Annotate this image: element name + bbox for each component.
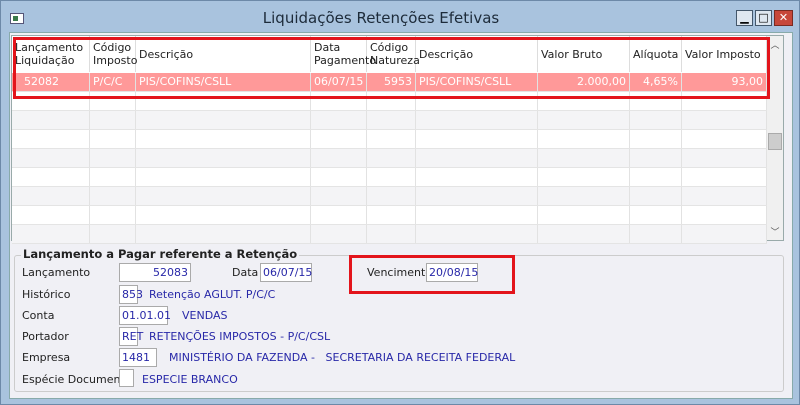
table-row-empty[interactable] [12,168,767,187]
table-cell [311,206,367,224]
table-cell [416,168,538,186]
scroll-down-icon[interactable]: ﹀ [767,225,783,238]
conta-code-field[interactable]: 01.01.01 [119,306,171,325]
table-row-empty[interactable] [12,111,767,130]
table-cell [538,206,630,224]
table-cell [367,187,416,205]
table-cell [12,168,90,186]
table-cell [12,187,90,205]
table-cell [416,206,538,224]
table-cell [630,168,682,186]
especie-description: ESPECIE BRANCO [142,373,238,386]
minimize-button[interactable]: ▁ [736,10,753,26]
table-cell [416,149,538,167]
table-row-empty[interactable] [12,149,767,168]
table-cell [538,168,630,186]
historico-label: Histórico [22,288,71,301]
table-cell [311,111,367,129]
portador-code-field[interactable]: RET [119,327,143,346]
table-cell [367,130,416,148]
portador-label: Portador [22,330,69,343]
lancamento-field[interactable]: 52083 [119,263,191,282]
table-cell [538,225,630,243]
table-cell [682,168,767,186]
table-cell [136,206,311,224]
table-cell [416,111,538,129]
table-cell [90,187,136,205]
table-cell [416,130,538,148]
table-cell [311,187,367,205]
highlight-box-grid [13,37,770,99]
table-row-empty[interactable] [12,130,767,149]
table-cell [416,187,538,205]
empresa-label: Empresa [22,351,71,364]
table-cell [12,130,90,148]
conta-label: Conta [22,309,55,322]
table-row-empty[interactable] [12,206,767,225]
table-cell [90,149,136,167]
table-cell [311,225,367,243]
table-cell [367,206,416,224]
table-cell [630,130,682,148]
table-cell [682,225,767,243]
table-cell [90,130,136,148]
table-cell [630,187,682,205]
table-cell [682,187,767,205]
conta-description: VENDAS [182,309,228,322]
data-label: Data [232,266,259,279]
window-title: Liquidações Retenções Efetivas [262,9,500,27]
table-cell [90,206,136,224]
table-row-empty[interactable] [12,187,767,206]
table-cell [367,111,416,129]
table-cell [538,149,630,167]
table-cell [630,149,682,167]
table-cell [538,111,630,129]
highlight-box-vencimento [349,255,515,294]
table-cell [136,187,311,205]
table-cell [311,149,367,167]
especie-label: Espécie Documento [22,373,132,386]
table-cell [311,168,367,186]
table-cell [630,206,682,224]
table-cell [630,111,682,129]
especie-code-field[interactable] [119,369,134,387]
lancamento-label: Lançamento [22,266,91,279]
data-field[interactable]: 06/07/15 [260,263,312,282]
table-cell [90,111,136,129]
table-cell [682,130,767,148]
table-cell [538,187,630,205]
table-cell [682,111,767,129]
table-cell [136,149,311,167]
table-cell [136,168,311,186]
table-cell [136,130,311,148]
window: Liquidações Retenções Efetivas ▁ □ ✕ ︿ ﹀… [0,0,800,405]
table-cell [90,225,136,243]
historico-code-field[interactable]: 853 [119,285,143,304]
table-cell [538,130,630,148]
table-cell [90,168,136,186]
table-cell [12,111,90,129]
table-cell [12,206,90,224]
table-row-empty[interactable] [12,225,767,244]
table-cell [682,206,767,224]
table-cell [416,225,538,243]
portador-description: RETENÇÕES IMPOSTOS - P/C/CSL [149,330,331,343]
table-cell [367,168,416,186]
historico-description: Retenção AGLUT. P/C/C [149,288,276,301]
table-cell [12,225,90,243]
table-cell [136,225,311,243]
table-cell [136,111,311,129]
group-title: Lançamento a Pagar referente a Retenção [21,247,300,261]
empresa-code-field[interactable]: 1481 [119,348,157,367]
table-cell [12,149,90,167]
scroll-thumb[interactable] [768,133,782,150]
table-cell [630,225,682,243]
table-cell [367,225,416,243]
maximize-button[interactable]: □ [755,10,772,26]
close-button[interactable]: ✕ [774,10,793,26]
empresa-description: MINISTÉRIO DA FAZENDA - SECRETARIA DA RE… [169,351,516,364]
table-cell [367,149,416,167]
table-cell [682,149,767,167]
table-cell [311,130,367,148]
